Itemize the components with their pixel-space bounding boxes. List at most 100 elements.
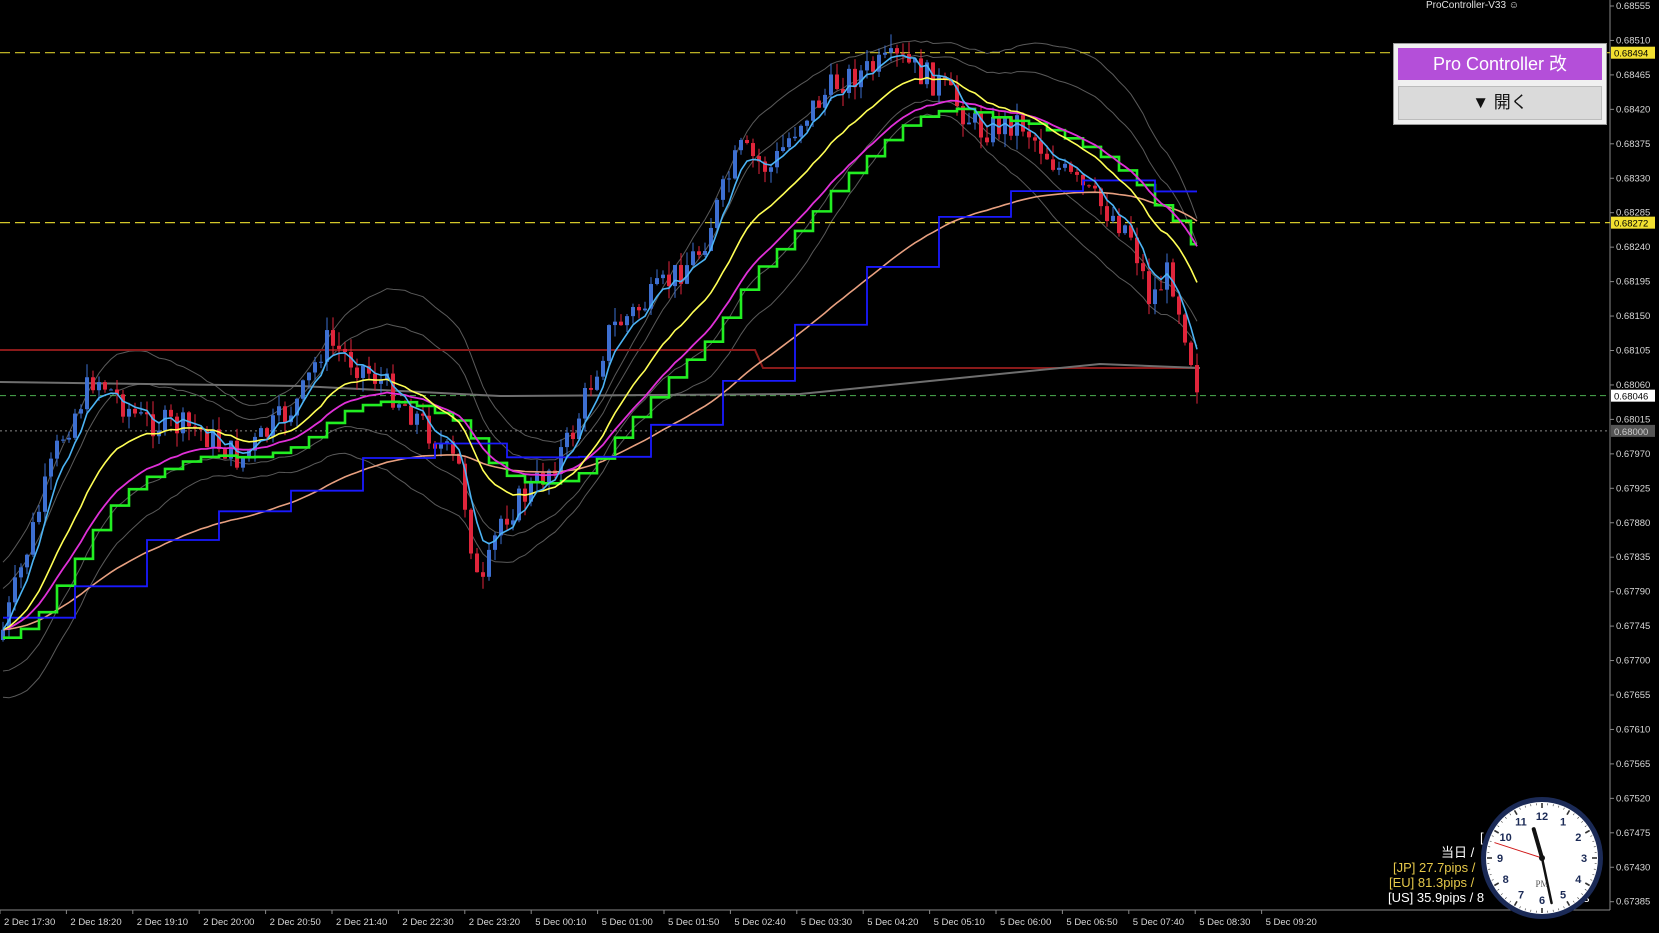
candle-body: [79, 409, 83, 414]
candle-body: [25, 554, 29, 568]
candle-body: [697, 251, 701, 255]
time-label: 2 Dec 20:00: [203, 917, 254, 928]
price-label: 0.67700: [1616, 656, 1650, 667]
candle-body: [1021, 115, 1025, 132]
candle-body: [439, 443, 443, 449]
candle-body: [481, 572, 485, 577]
candle-body: [301, 380, 305, 399]
price-tag-text: 0.68272: [1614, 219, 1648, 230]
time-label: 2 Dec 23:20: [469, 917, 520, 928]
clock-number: 2: [1575, 832, 1581, 844]
candle-body: [487, 549, 491, 577]
candle-body: [505, 518, 509, 525]
candle-body: [409, 405, 413, 425]
candle-body: [397, 404, 401, 408]
candle-body: [1153, 289, 1157, 305]
candle-body: [991, 117, 995, 143]
price-label: 0.68420: [1616, 104, 1650, 115]
candle-body: [967, 122, 971, 125]
candle-body: [19, 567, 23, 578]
price-label: 0.68195: [1616, 277, 1650, 288]
candle-body: [871, 61, 875, 72]
candle-body: [571, 432, 575, 440]
price-label: 0.67835: [1616, 552, 1650, 563]
price-chart[interactable]: 0.68555 0.68510 0.68465 0.68420 0.68375 0.683…: [0, 0, 1659, 933]
candle-body: [919, 58, 923, 85]
candle-body: [91, 377, 95, 391]
price-label: 0.67430: [1616, 862, 1650, 873]
candle-body: [781, 147, 785, 151]
candle-body: [133, 408, 137, 414]
time-label: 5 Dec 02:40: [734, 917, 785, 928]
time-label: 5 Dec 01:50: [668, 917, 719, 928]
price-label: 0.67385: [1616, 897, 1650, 908]
clock-number: 11: [1515, 817, 1527, 829]
candle-body: [817, 100, 821, 108]
candle-body: [805, 120, 809, 126]
candle-body: [751, 143, 755, 157]
candle-body: [727, 178, 731, 180]
clock-center: [1539, 855, 1545, 861]
candle-body: [769, 167, 773, 172]
time-label: 2 Dec 17:30: [4, 917, 55, 928]
candle-body: [901, 53, 905, 55]
candle-body: [403, 404, 407, 406]
candle-body: [1051, 159, 1055, 170]
clock-number: 10: [1500, 832, 1512, 844]
candle-body: [1045, 153, 1049, 160]
candle-body: [667, 274, 671, 287]
price-label: 0.67790: [1616, 587, 1650, 598]
candle-body: [187, 412, 191, 427]
candle-body: [1123, 225, 1127, 234]
candle-body: [787, 138, 791, 148]
indicator-label: ProController-V33 ☺: [1425, 0, 1519, 11]
candle-body: [13, 577, 17, 603]
candle-body: [283, 406, 287, 423]
price-label: 0.68240: [1616, 242, 1650, 253]
time-label: 5 Dec 08:30: [1199, 917, 1250, 928]
candle-body: [109, 389, 113, 391]
candle-body: [1183, 314, 1187, 343]
candle-body: [181, 412, 185, 434]
price-label: 0.68150: [1616, 311, 1650, 322]
candle-body: [331, 330, 335, 346]
candle-body: [589, 387, 593, 390]
time-label: 5 Dec 01:00: [602, 917, 653, 928]
candle-body: [1195, 364, 1199, 393]
candle-body: [493, 535, 497, 550]
candle-body: [595, 376, 599, 390]
price-label: 0.68105: [1616, 346, 1650, 357]
candle-body: [127, 408, 131, 417]
clock-number: 6: [1539, 895, 1545, 907]
candle-body: [1189, 342, 1193, 365]
candle-body: [811, 100, 815, 121]
price-label: 0.67475: [1616, 828, 1650, 839]
candle-body: [739, 139, 743, 151]
candle-body: [1027, 131, 1031, 138]
price-label: 0.67880: [1616, 518, 1650, 529]
candle-body: [307, 372, 311, 381]
candle-body: [475, 553, 479, 573]
candle-body: [631, 307, 635, 317]
candle-body: [637, 307, 641, 311]
pro-controller-panel: Pro Controller 改 ▼ 開く: [1393, 43, 1607, 125]
candle-body: [625, 316, 629, 326]
candle-body: [1111, 215, 1115, 222]
price-label: 0.67565: [1616, 759, 1650, 770]
candle-body: [1033, 137, 1037, 141]
candle-body: [97, 382, 101, 391]
open-button[interactable]: ▼ 開く: [1398, 86, 1602, 120]
candle-body: [61, 439, 65, 441]
candle-body: [613, 321, 617, 326]
candle-body: [799, 125, 803, 137]
candle-body: [37, 511, 41, 523]
price-label: 0.68375: [1616, 139, 1650, 150]
time-label: 5 Dec 03:30: [801, 917, 852, 928]
candle-body: [415, 413, 419, 425]
price-label: 0.67655: [1616, 690, 1650, 701]
candle-body: [703, 250, 707, 255]
candle-body: [169, 409, 173, 417]
candle-body: [835, 74, 839, 90]
candle-body: [469, 509, 473, 554]
candle-body: [55, 440, 59, 459]
